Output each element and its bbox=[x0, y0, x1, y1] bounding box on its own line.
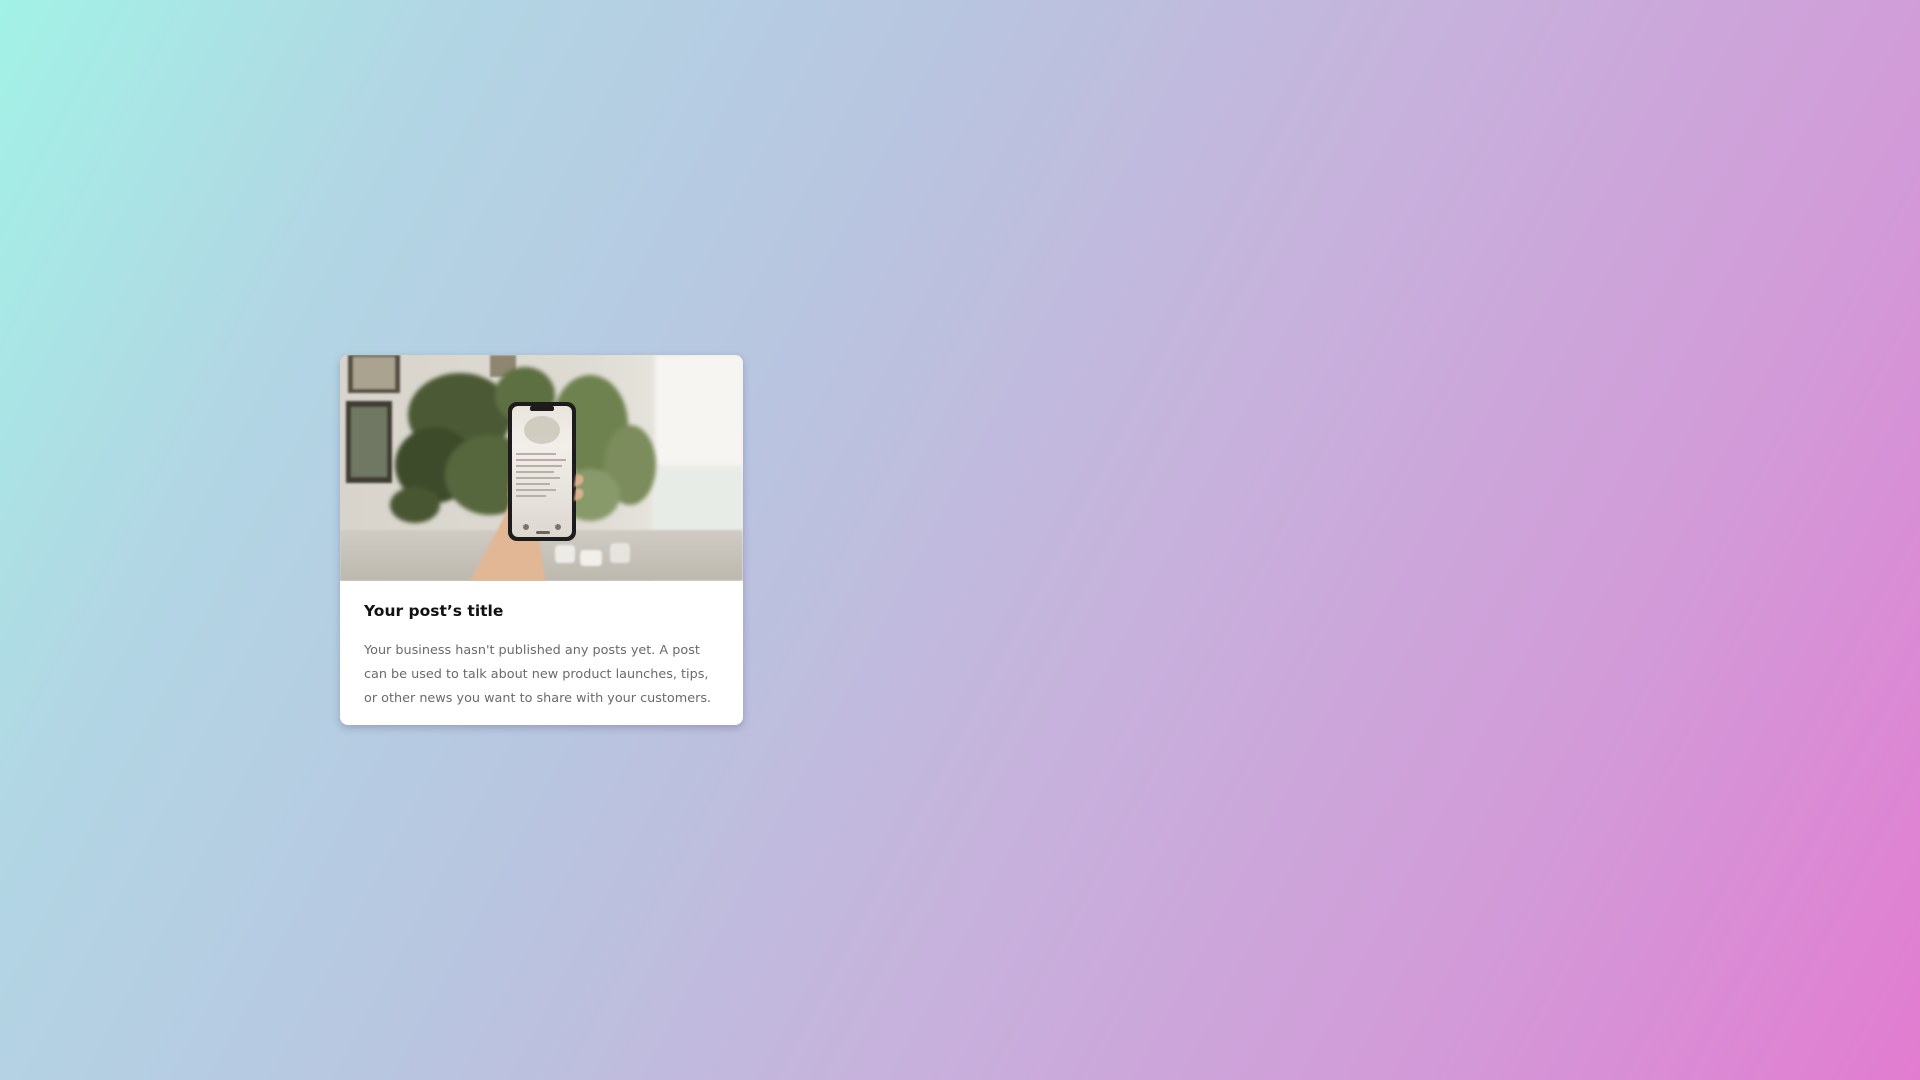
post-body: Your post’s title Your business hasn't p… bbox=[340, 581, 743, 711]
post-image bbox=[340, 355, 743, 581]
post-description: Your business hasn't published any posts… bbox=[364, 643, 712, 706]
post-title: Your post’s title bbox=[364, 602, 504, 620]
post-card[interactable]: Your post’s title Your business hasn't p… bbox=[340, 355, 743, 725]
